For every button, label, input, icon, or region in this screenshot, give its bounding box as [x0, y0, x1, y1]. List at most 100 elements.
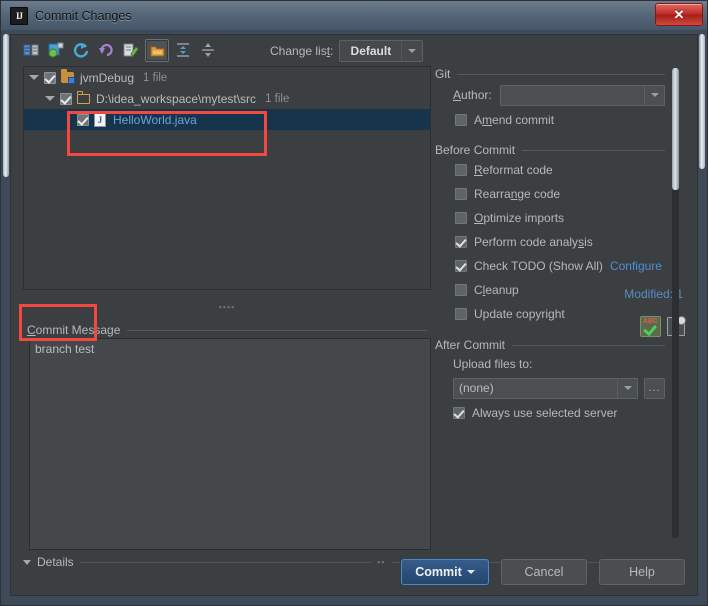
dialog-buttons: Commit Cancel Help — [401, 559, 685, 585]
tree-row[interactable]: J HelloWorld.java — [24, 109, 430, 130]
before-commit-section: Before Commit Reformat code Rearrange co… — [435, 142, 665, 326]
commit-changes-dialog: Commit Changes ✕ — [0, 0, 708, 606]
commit-message-label: Commit Message — [27, 323, 121, 337]
cleanup-row[interactable]: Cleanup — [435, 278, 665, 302]
tree-row[interactable]: D:\idea_workspace\mytest\src 1 file — [24, 88, 430, 109]
reformat-code-checkbox[interactable] — [455, 164, 467, 176]
close-button[interactable]: ✕ — [655, 3, 703, 26]
after-commit-header: After Commit — [435, 337, 665, 353]
show-diff-icon[interactable] — [20, 40, 42, 61]
help-button[interactable]: Help — [599, 559, 685, 585]
tree-row-label: HelloWorld.java — [113, 112, 197, 127]
check-todo-checkbox[interactable] — [455, 260, 467, 272]
git-section: Git Author: Amend commit — [435, 66, 665, 132]
changelist-label: Change list: — [270, 44, 334, 58]
changelist-combobox[interactable]: Default — [339, 40, 424, 62]
twisty-expanded-icon[interactable] — [28, 72, 39, 83]
after-commit-section: After Commit Upload files to: (none) ... — [435, 337, 665, 425]
optimize-imports-label: Optimize imports — [474, 211, 565, 225]
commit-button-label: Commit — [415, 565, 462, 579]
amend-commit-checkbox[interactable] — [455, 114, 467, 126]
refresh-icon[interactable] — [70, 40, 92, 61]
author-input[interactable] — [501, 86, 644, 105]
tree-row-checkbox[interactable] — [60, 92, 72, 105]
changes-tree[interactable]: jvmDebug 1 file D:\idea_workspace\mytest… — [23, 66, 431, 290]
title-bar-left: Commit Changes — [1, 6, 132, 25]
git-section-header: Git — [435, 66, 665, 82]
changelist-control: Change list: Default — [270, 40, 424, 62]
update-copyright-row[interactable]: Update copyright — [435, 302, 665, 326]
upload-target-combobox[interactable]: (none) — [453, 377, 638, 399]
modified-folder-icon — [61, 69, 75, 85]
group-by-directory-icon[interactable] — [145, 38, 169, 62]
upload-target-row: (none) ... — [435, 375, 665, 401]
optimize-imports-checkbox[interactable] — [455, 212, 467, 224]
title-bar: Commit Changes ✕ — [1, 1, 707, 30]
update-copyright-checkbox[interactable] — [455, 308, 467, 320]
chevron-down-icon[interactable] — [401, 41, 422, 61]
after-commit-title: After Commit — [435, 338, 506, 352]
always-use-selected-server-label: Always use selected server — [472, 406, 618, 420]
show-diff-preview-icon[interactable] — [45, 40, 67, 61]
configure-todo-link[interactable]: Configure — [610, 259, 662, 273]
tree-row-checkbox[interactable] — [77, 113, 89, 126]
chevron-down-icon[interactable] — [644, 85, 664, 105]
browse-servers-button[interactable]: ... — [644, 377, 665, 399]
divider — [522, 149, 665, 151]
divider — [512, 344, 665, 346]
author-row: Author: — [435, 82, 665, 108]
dialog-scrollbar-left[interactable] — [3, 34, 9, 177]
always-use-selected-server-checkbox[interactable] — [453, 407, 465, 419]
divider — [79, 561, 372, 563]
divider — [457, 73, 665, 75]
tree-message-splitter[interactable]: ▪▪▪▪ — [23, 301, 431, 312]
folder-icon — [76, 91, 91, 106]
rollback-icon[interactable] — [95, 40, 117, 61]
commit-message-header: Commit Message — [27, 321, 427, 339]
check-todo-row[interactable]: Check TODO (Show All) Configure — [435, 254, 665, 278]
dialog-content: Change list: Default jvmDebug 1 file D:\… — [10, 34, 698, 596]
cleanup-checkbox[interactable] — [455, 284, 467, 296]
tree-row-label: jvmDebug — [80, 70, 135, 85]
update-copyright-label: Update copyright — [474, 307, 565, 321]
options-scrollbar-thumb[interactable] — [672, 68, 679, 190]
collapse-all-icon[interactable] — [197, 40, 219, 61]
upload-files-label: Upload files to: — [453, 357, 533, 371]
author-label: Author: — [453, 88, 492, 102]
cancel-button[interactable]: Cancel — [501, 559, 587, 585]
cleanup-label: Cleanup — [474, 283, 519, 297]
rearrange-code-label: Rearrange code — [474, 187, 561, 201]
reformat-code-row[interactable]: Reformat code — [435, 158, 665, 182]
upload-target-value: (none) — [459, 381, 494, 395]
amend-commit-row[interactable]: Amend commit — [435, 108, 665, 132]
reformat-code-label: Reformat code — [474, 163, 553, 177]
perform-code-analysis-row[interactable]: Perform code analysis — [435, 230, 665, 254]
commit-button[interactable]: Commit — [401, 559, 489, 585]
dialog-scrollbar-right[interactable] — [699, 34, 705, 169]
twisty-expanded-icon[interactable] — [44, 93, 55, 104]
tree-row-checkbox[interactable] — [44, 71, 56, 84]
details-twisty-icon[interactable] — [23, 559, 31, 565]
divider — [127, 329, 427, 331]
rearrange-code-checkbox[interactable] — [455, 188, 467, 200]
before-commit-header: Before Commit — [435, 142, 665, 158]
always-use-selected-server-row[interactable]: Always use selected server — [435, 401, 665, 425]
check-todo-label: Check TODO (Show All) — [474, 259, 603, 273]
author-combobox[interactable] — [499, 84, 665, 106]
tree-row-count: 1 file — [143, 71, 168, 84]
chevron-down-icon[interactable] — [466, 570, 475, 574]
rearrange-code-row[interactable]: Rearrange code — [435, 182, 665, 206]
commit-message-input[interactable]: branch test — [29, 338, 431, 550]
optimize-imports-row[interactable]: Optimize imports — [435, 206, 665, 230]
edit-source-icon[interactable] — [120, 40, 142, 61]
details-label: Details — [37, 555, 74, 569]
perform-code-analysis-checkbox[interactable] — [455, 236, 467, 248]
splitter-grip-icon: ▪▪▪▪ — [218, 301, 236, 312]
details-grip-icon: ▪▪ — [377, 557, 386, 567]
chevron-down-icon[interactable] — [617, 378, 637, 398]
expand-all-icon[interactable] — [172, 40, 194, 61]
tree-row[interactable]: jvmDebug 1 file — [24, 67, 430, 88]
intellij-logo-icon — [10, 6, 28, 25]
before-commit-title: Before Commit — [435, 143, 516, 157]
amend-commit-label: Amend commit — [474, 113, 555, 127]
